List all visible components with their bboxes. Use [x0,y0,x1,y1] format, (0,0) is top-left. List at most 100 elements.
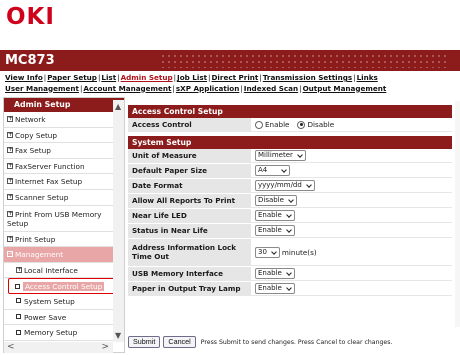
nav-job-list[interactable]: Job List [177,73,207,82]
sidebar-item-power-save[interactable]: Power Save [4,310,124,326]
nav-indexed-scan[interactable]: Indexed Scan [244,84,298,93]
sidebar-title: Admin Setup [4,98,124,112]
sidebar-item-label: FaxServer Function [15,161,85,171]
disable-radio-label[interactable]: Disable [307,120,334,129]
setting-label: Unit of Measure [128,149,251,163]
expand-icon: + [16,265,23,273]
nav-direct-print[interactable]: Direct Print [211,73,258,82]
setting-label: Date Format [128,179,251,193]
allow-all-reports-row: Allow All Reports To Print Disable [128,194,452,209]
expand-icon: + [7,192,14,200]
expand-icon: + [7,115,14,122]
system-setup-header: System Setup [128,136,452,149]
unit-of-measure-select[interactable]: Millimeter [255,150,306,161]
expand-icon: + [7,234,14,242]
sidebar-item-access-control-setup[interactable]: Access Control Setup [8,278,120,294]
date-format-select[interactable]: yyyy/mm/dd [255,180,315,191]
sidebar-item-label: Print From USB Memory Setup [7,209,102,228]
default-paper-size-row: Default Paper Size A4 [128,164,452,179]
unit-of-measure-row: Unit of Measure Millimeter [128,149,452,164]
collapse-icon: − [7,250,14,258]
nav-output-management[interactable]: Output Management [303,84,387,93]
sidebar-item-label: Access Control Setup [23,282,105,292]
scroll-right-icon[interactable]: > [101,342,109,352]
scroll-up-icon[interactable]: ▲ [115,102,121,111]
usb-memory-interface-select[interactable]: Enable [255,268,295,279]
sidebar-item-copy-setup[interactable]: + Copy Setup [4,128,124,144]
timeout-unit-label: minute(s) [281,247,317,257]
nav-account-management[interactable]: Account Management [83,84,171,93]
setting-label: Default Paper Size [128,164,251,178]
sidebar-item-internet-fax-setup[interactable]: + Internet Fax Setup [4,174,124,190]
sidebar-horizontal-scrollbar[interactable]: < > [4,342,113,353]
sidebar-item-label: Scanner Setup [15,192,69,202]
form-footer: Submit Cancel Press Submit to send chang… [128,334,452,350]
nav-transmission-settings[interactable]: Transmission Settings [263,73,352,82]
expand-icon: + [7,177,14,185]
sidebar-item-label: Local Interface [24,265,78,275]
sidebar-item-label: System Setup [24,296,75,306]
sidebar-item-local-interface[interactable]: + Local Interface [4,263,124,279]
setting-label: Paper in Output Tray Lamp [128,282,251,296]
output-tray-lamp-row: Paper in Output Tray Lamp Enable [128,282,452,297]
sidebar-item-management[interactable]: − Management [4,247,124,263]
setting-label: Near Life LED [128,209,251,223]
page-square-icon [16,298,21,304]
setting-label: Address Information Lock Time Out [128,239,251,266]
nav-view-info[interactable]: View Info [5,73,43,82]
setting-label: Status in Near Life [128,224,251,238]
page-square-icon [16,314,21,320]
nav-admin-setup[interactable]: Admin Setup [121,73,173,82]
page-square-icon [15,283,20,289]
access-control-row: Access Control Enable Disable [128,118,452,133]
scroll-down-icon[interactable]: ▼ [115,331,121,340]
cancel-button[interactable]: Cancel [163,336,196,348]
sidebar-item-label: Internet Fax Setup [15,177,83,187]
nav-list[interactable]: List [101,73,116,82]
address-lock-timeout-row: Address Information Lock Time Out 30 minu… [128,239,452,267]
enable-radio-label[interactable]: Enable [265,120,289,129]
sidebar-item-scanner-setup[interactable]: + Scanner Setup [4,190,124,206]
sidebar-item-label: Print Setup [15,234,56,244]
oki-logo-text: OKI [6,4,55,30]
allow-all-reports-select[interactable]: Disable [255,195,297,206]
nav-paper-setup[interactable]: Paper Setup [47,73,97,82]
status-in-near-life-select[interactable]: Enable [255,225,295,236]
nav-user-management[interactable]: User Management [5,84,79,93]
sidebar-item-faxserver-function[interactable]: + FaxServer Function [4,159,124,175]
submit-button[interactable]: Submit [128,336,161,348]
sidebar-item-label: Memory Setup [24,328,78,338]
access-control-options: Enable Disable [251,118,452,132]
dot-pattern [160,53,450,68]
output-tray-lamp-select[interactable]: Enable [255,283,295,294]
sidebar-item-label: Power Save [24,312,67,322]
scroll-left-icon[interactable]: < [7,342,15,352]
setting-label: USB Memory Interface [128,267,251,281]
near-life-led-select[interactable]: Enable [255,210,295,221]
expand-icon: + [7,209,14,217]
sidebar-item-print-setup[interactable]: + Print Setup [4,232,124,248]
sidebar-item-system-setup[interactable]: System Setup [4,294,124,310]
main-scrollbar[interactable] [455,101,460,327]
usb-memory-interface-row: USB Memory Interface Enable [128,267,452,282]
sidebar-item-memory-setup[interactable]: Memory Setup [4,325,124,341]
nav-links[interactable]: Links [357,73,378,82]
sidebar-item-label: Management [15,250,64,260]
nav-row-2: User Management|Account Management|sXP A… [5,83,387,93]
top-navigation: View Info|Paper Setup|List|Admin Setup|J… [5,73,457,94]
sidebar-item-print-from-usb[interactable]: + Print From USB Memory Setup [4,206,124,232]
nav-row-1: View Info|Paper Setup|List|Admin Setup|J… [5,73,378,82]
disable-radio[interactable] [297,120,306,129]
setting-label: Allow All Reports To Print [128,194,251,208]
nav-sxp-application[interactable]: sXP Application [176,84,239,93]
default-paper-size-select[interactable]: A4 [255,165,291,176]
access-control-header: Access Control Setup [128,105,452,118]
sidebar-item-network[interactable]: + Network [4,112,124,128]
page-square-icon [16,329,21,335]
model-bar: MC873 [0,50,460,71]
address-lock-timeout-select[interactable]: 30 [255,246,280,258]
sidebar-item-fax-setup[interactable]: + Fax Setup [4,143,124,159]
sidebar-vertical-scrollbar[interactable]: ▲ ▼ [113,100,124,342]
sidebar-item-label: Fax Setup [15,146,51,156]
enable-radio[interactable] [255,120,263,129]
